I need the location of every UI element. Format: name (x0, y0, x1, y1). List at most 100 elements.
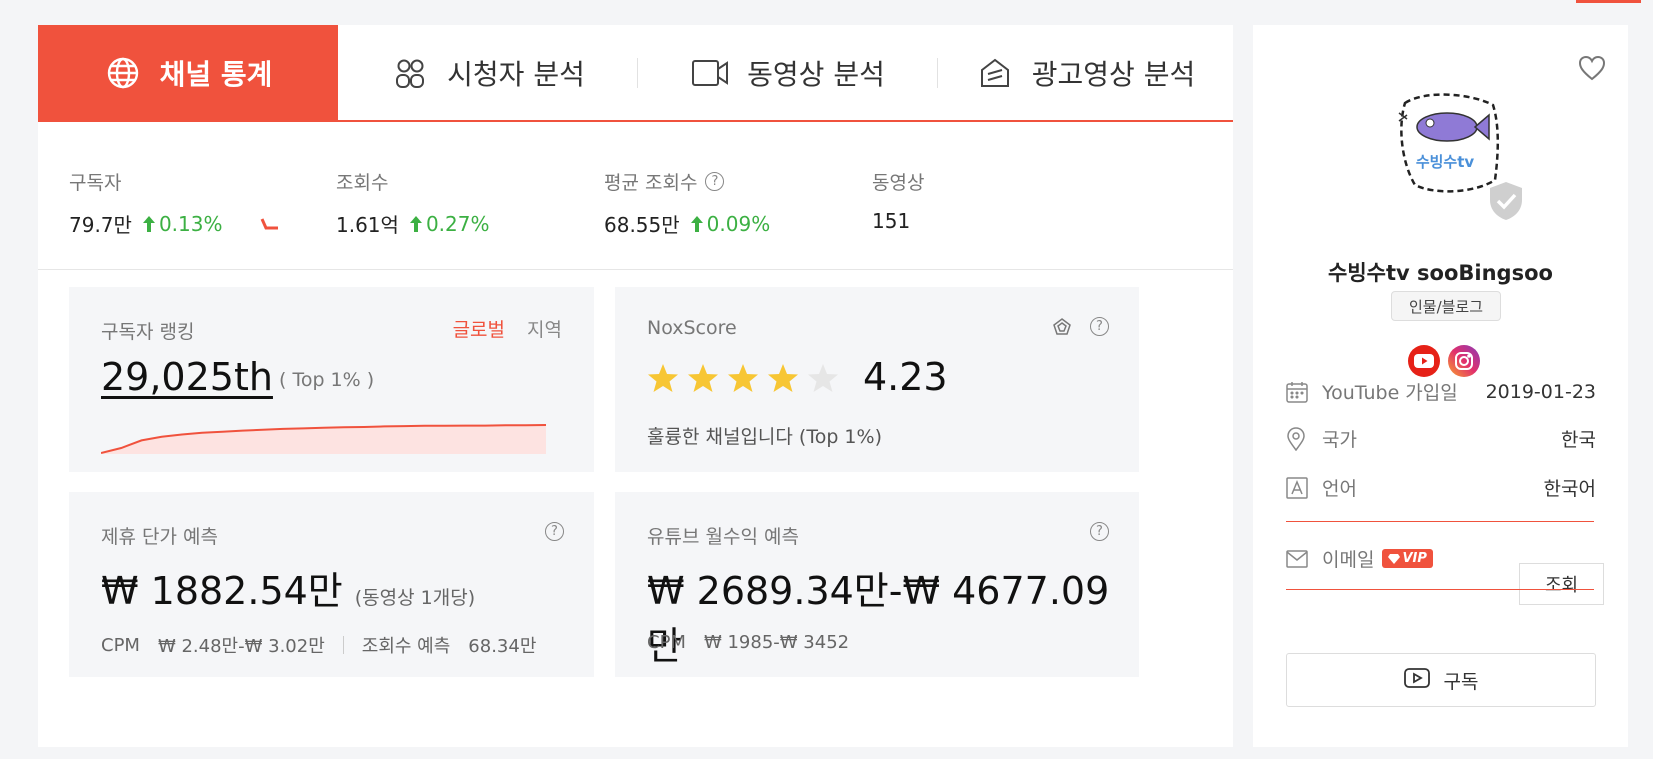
affiliate-amount-note: (동영상 1개당) (354, 587, 476, 609)
stat-subscribers: 구독자 79.7만 0.13% (69, 168, 282, 238)
stat-change-value: 0.13% (158, 211, 223, 236)
tab-label: 채널 통계 (159, 57, 273, 91)
channel-name: 수빙수tv sooBingsoo (1328, 261, 1553, 285)
stat-label: 동영상 (872, 172, 925, 194)
ad-video-icon (976, 54, 1014, 92)
tab-label: 동영상 분석 (747, 57, 885, 91)
divider (1286, 589, 1594, 590)
heart-icon[interactable] (1578, 55, 1606, 85)
noxscore-value: 4.23 (863, 355, 948, 399)
cpm-label: CPM (101, 634, 140, 656)
language-value: 한국어 (1543, 478, 1596, 500)
help-icon[interactable]: ? (705, 172, 725, 191)
stat-change: 0.27% (409, 211, 490, 236)
star-filled-icon (768, 364, 798, 392)
video-camera-icon (691, 54, 729, 92)
stat-label: 평균 조회수 (604, 172, 698, 194)
affiliate-amount-value: ₩ 1882.54만 (101, 569, 343, 613)
views-forecast-value: 68.34만 (468, 636, 537, 657)
divider (342, 636, 344, 654)
divider (1286, 521, 1594, 522)
stat-value: 79.7만 (69, 213, 132, 237)
tab-ad-video-analysis[interactable]: 광고영상 분석 (938, 25, 1233, 120)
star-filled-icon (688, 364, 718, 392)
vip-badge: VIP (1382, 549, 1433, 568)
stat-views: 조회수 1.61억 0.27% (336, 168, 489, 238)
instagram-icon[interactable] (1448, 345, 1480, 377)
vip-label: VIP (1402, 551, 1427, 566)
analysis-tabs: 채널 통계 시청자 분석 동영상 분석 광고영상 분석 (38, 25, 1233, 122)
joined-date-row: YouTube 가입일 2019-01-23 (1286, 378, 1596, 405)
stat-change-value: 0.09% (706, 211, 771, 236)
card-title: NoxScore (647, 317, 737, 339)
ranking-top-percent: ( Top 1% ) (279, 369, 375, 391)
star-filled-icon (648, 364, 678, 392)
tab-label: 시청자 분석 (447, 57, 585, 91)
stat-change: 0.09% (690, 211, 771, 236)
help-icon[interactable]: ? (545, 522, 564, 541)
star-rating (647, 362, 839, 394)
category-badge[interactable]: 인물/블로그 (1391, 291, 1501, 321)
stat-videos: 동영상 151 (872, 168, 924, 233)
top-accent-bar (1576, 0, 1641, 3)
stat-change-value: 0.27% (425, 211, 490, 236)
country-value: 한국 (1561, 429, 1596, 451)
language-row: 언어 한국어 (1286, 474, 1596, 501)
language-icon (1286, 476, 1310, 499)
arrow-up-icon (142, 215, 155, 232)
channel-stats-panel: 채널 통계 시청자 분석 동영상 분석 광고영상 분석 구독자 79.7만 0.… (38, 25, 1233, 747)
help-icon[interactable]: ? (1090, 522, 1109, 541)
globe-icon (104, 54, 142, 92)
stat-value: 68.55만 (604, 213, 680, 237)
calendar-icon (1286, 381, 1310, 403)
noxscore-description: 훌륭한 채널입니다 (Top 1%) (647, 426, 882, 448)
card-title: 구독자 랭킹 (101, 321, 195, 343)
help-icon[interactable]: ? (1090, 317, 1109, 336)
pentagon-chart-icon[interactable] (1052, 317, 1072, 341)
subscribe-button[interactable]: 구독 (1286, 653, 1596, 707)
language-label: 언어 (1322, 478, 1357, 500)
location-pin-icon (1286, 426, 1310, 451)
monthly-revenue-amount: ₩ 2689.34만-₩ 4677.09만 (647, 569, 1110, 668)
subscribe-label: 구독 (1443, 670, 1479, 693)
ranking-value[interactable]: 29,025th (101, 355, 273, 399)
social-links (1408, 345, 1480, 377)
cpm-label: CPM (647, 632, 686, 653)
stat-value: 1.61억 (336, 213, 399, 237)
channel-profile-panel: 수빙수tv 수빙수tv sooBingsoo 인물/블로그 YouTube 가입… (1253, 25, 1628, 747)
joined-label: YouTube 가입일 (1322, 382, 1458, 404)
tab-video-analysis[interactable]: 동영상 분석 (638, 25, 938, 120)
country-row: 국가 한국 (1286, 425, 1596, 452)
youtube-icon[interactable] (1408, 345, 1440, 377)
tab-region[interactable]: 지역 (527, 315, 562, 342)
avatar-text: 수빙수tv (1416, 153, 1475, 171)
noxscore-card: NoxScore ? 4.23 훌륭한 채널입니다 (Top 1%) (615, 287, 1139, 472)
trend-area (101, 425, 546, 454)
stat-label: 구독자 (69, 172, 122, 194)
country-label: 국가 (1322, 429, 1357, 451)
verified-shield-icon (1487, 180, 1525, 226)
star-empty-icon (808, 364, 838, 392)
stat-label: 조회수 (336, 172, 389, 194)
summary-stats: 구독자 79.7만 0.13% 조회수 1.61억 0.27% 평균 조회수 ?… (38, 125, 1233, 270)
email-label: 이메일 (1322, 549, 1375, 571)
stat-avg-views: 평균 조회수 ? 68.55만 0.09% (604, 168, 770, 238)
ranking-scope-tabs: 글로벌 지역 (453, 315, 562, 342)
stat-value: 151 (872, 209, 911, 233)
cpm-value: ₩ 1985-₩ 3452 (703, 632, 850, 653)
tab-label: 광고영상 분석 (1031, 57, 1196, 91)
tab-audience-analysis[interactable]: 시청자 분석 (338, 25, 638, 120)
email-row: 이메일 VIP (1286, 545, 1486, 572)
cpm-value: ₩ 2.48만-₩ 3.02만 (157, 636, 325, 657)
subscriber-ranking-card: 구독자 랭킹 글로벌 지역 29,025th ( Top 1% ) (69, 287, 594, 472)
mail-icon (1286, 549, 1310, 568)
affiliate-cpm-row: CPM ₩ 2.48만-₩ 3.02만 조회수 예측 68.34만 (101, 632, 536, 658)
tab-channel-stats[interactable]: 채널 통계 (38, 25, 338, 120)
affiliate-price-card: 제휴 단가 예측 ? ₩ 1882.54만 (동영상 1개당) CPM ₩ 2.4… (69, 492, 594, 677)
joined-value: 2019-01-23 (1485, 380, 1596, 403)
tab-global[interactable]: 글로벌 (453, 315, 505, 342)
arrow-up-icon (409, 215, 422, 232)
card-title: 유튜브 월수익 예측 (647, 526, 799, 548)
monthly-cpm-row: CPM ₩ 1985-₩ 3452 (647, 632, 849, 653)
email-lookup-button[interactable]: 조회 (1519, 563, 1604, 605)
